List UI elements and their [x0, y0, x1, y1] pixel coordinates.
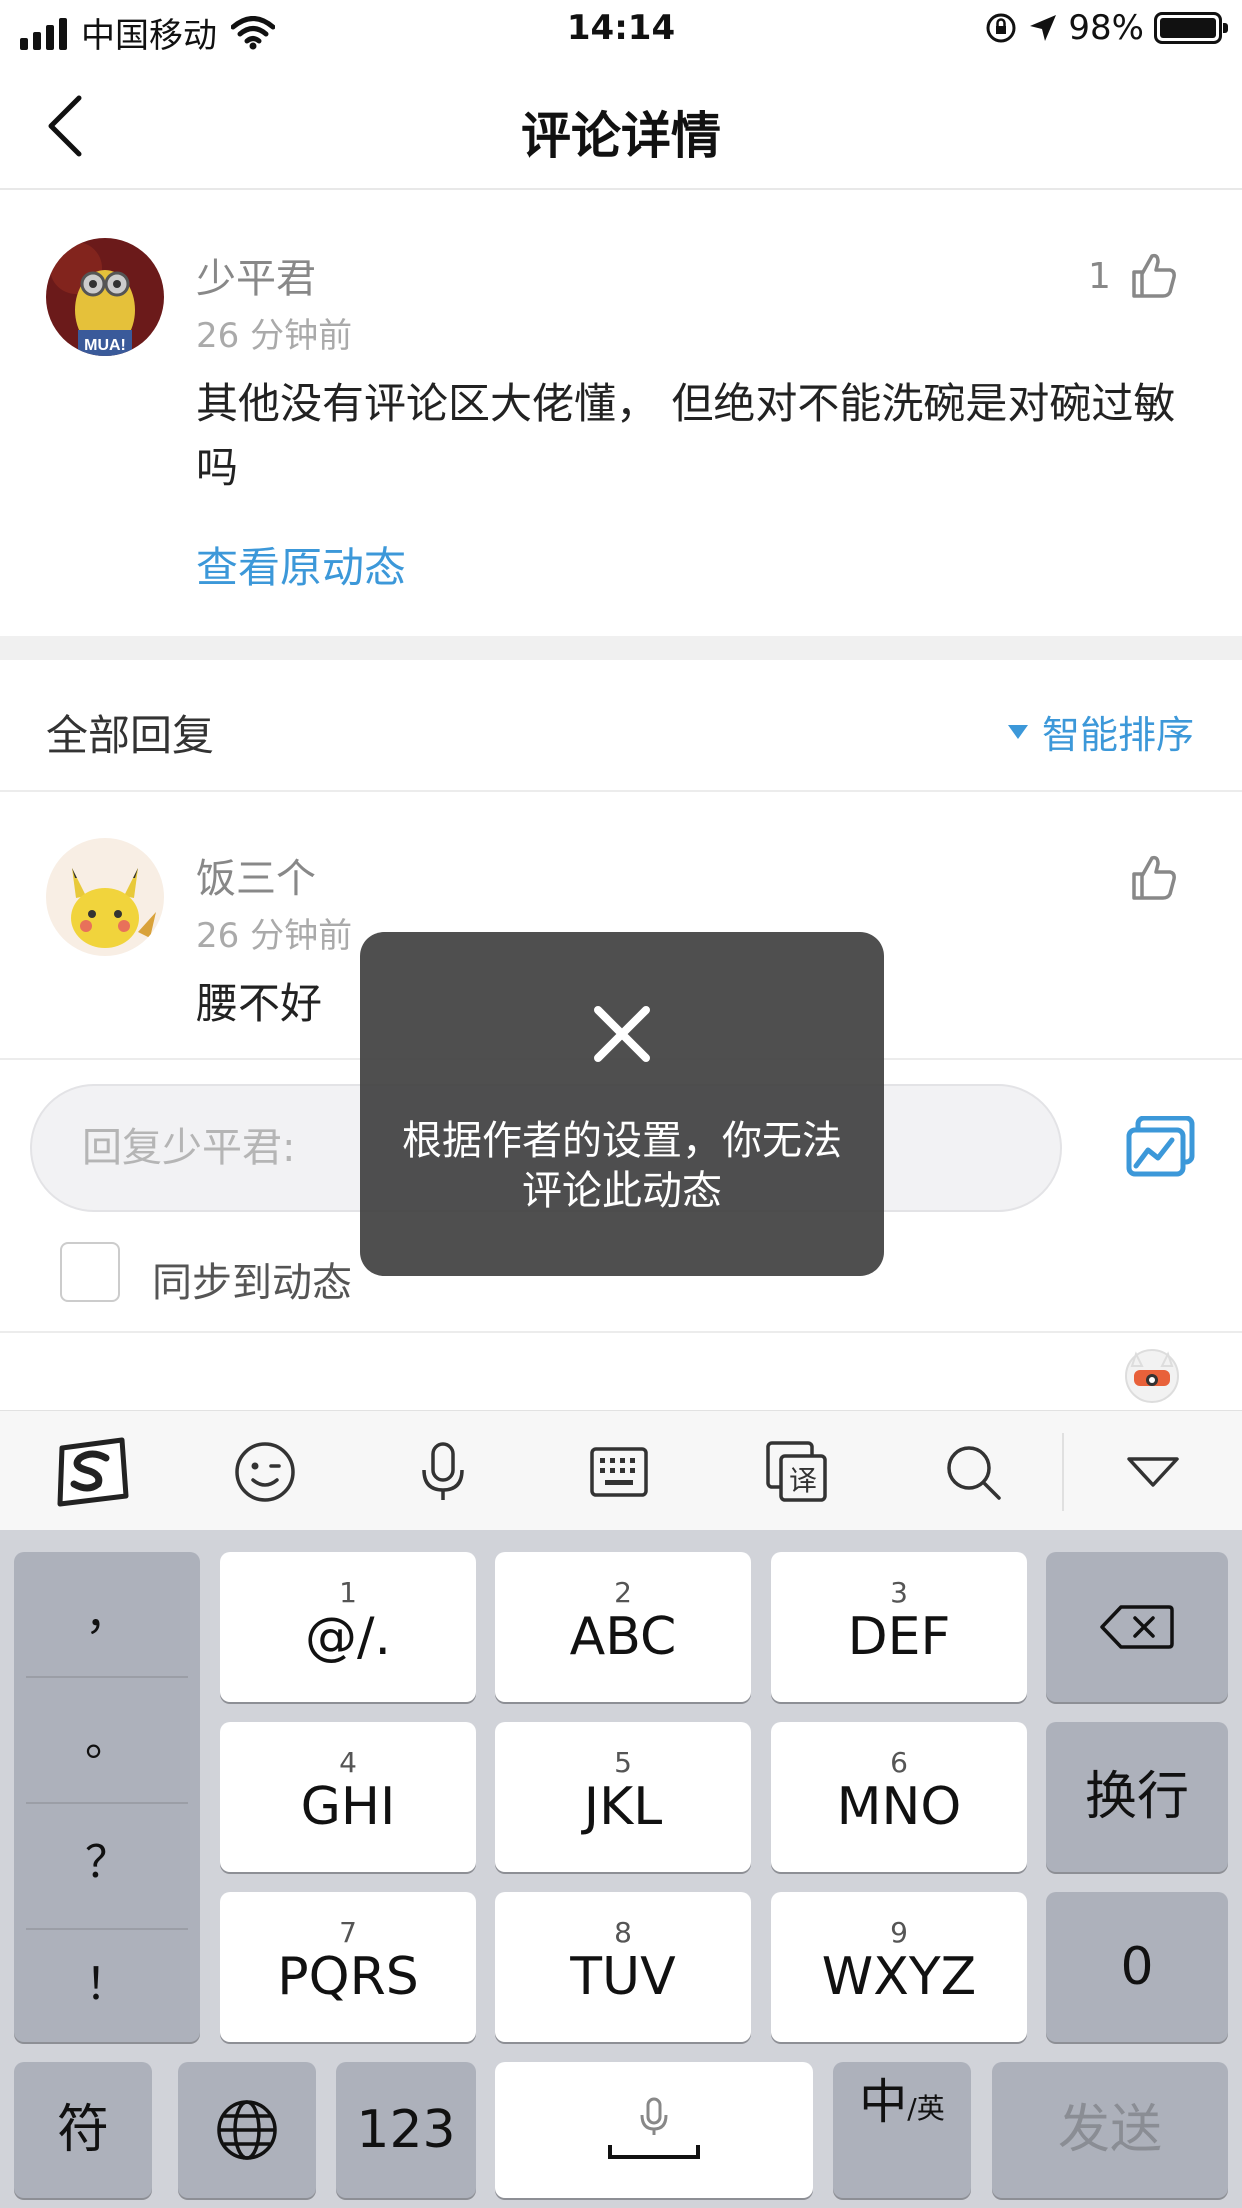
- keyboard: ， 。 ？ ！ 1 @/. 2 ABC 3 DEF 4 GHI 5 JKL 6 MNO 换行…: [0, 1530, 1242, 2208]
- svg-text:MUA!: MUA!: [84, 337, 126, 354]
- backspace-icon: [1100, 1605, 1174, 1649]
- key-2[interactable]: 2 ABC: [495, 1552, 751, 1702]
- space-key[interactable]: [495, 2062, 813, 2198]
- sort-button[interactable]: 智能排序: [1007, 704, 1194, 759]
- key-5[interactable]: 5 JKL: [495, 1722, 751, 1872]
- status-bar: 中国移动 14:14 98%: [0, 0, 1242, 62]
- key-period[interactable]: 。: [14, 1678, 200, 1804]
- image-picker-icon[interactable]: [1126, 1116, 1196, 1178]
- reply-timestamp: 26 分钟前: [196, 916, 353, 956]
- globe-icon: [217, 2100, 277, 2160]
- backspace-key[interactable]: [1046, 1552, 1228, 1702]
- comment-username[interactable]: 少平君: [196, 246, 316, 304]
- keyboard-icon[interactable]: [584, 1437, 654, 1507]
- collapse-icon[interactable]: [1118, 1437, 1188, 1507]
- sync-label: 同步到动态: [152, 1260, 352, 1306]
- symbols-key[interactable]: 符: [14, 2062, 152, 2198]
- battery-icon: [1154, 12, 1228, 44]
- nav-bar: 评论详情: [0, 62, 1242, 190]
- replies-header: 全部回复 智能排序: [0, 660, 1242, 792]
- send-key[interactable]: 发送: [992, 2062, 1228, 2198]
- section-divider: [0, 636, 1242, 660]
- avatar[interactable]: [46, 838, 164, 956]
- translate-glyph: 译: [789, 1464, 817, 1497]
- zero-key[interactable]: 0: [1046, 1892, 1228, 2042]
- key-8[interactable]: 8 TUV: [495, 1892, 751, 2042]
- reply-text: 腰不好: [196, 979, 323, 1028]
- key-6[interactable]: 6 MNO: [771, 1722, 1027, 1872]
- ime-toolbar: 译: [0, 1410, 1242, 1530]
- sogou-logo-icon[interactable]: [52, 1437, 132, 1507]
- comment-timestamp: 26 分钟前: [196, 316, 353, 356]
- reply-username[interactable]: 饭三个: [196, 846, 316, 904]
- key-7[interactable]: 7 PQRS: [220, 1892, 476, 2042]
- comment-text: 其他没有评论区大佬懂， 但绝对不能洗碗是对碗过敏吗: [196, 379, 1176, 492]
- toolbar-divider: [1062, 1433, 1064, 1511]
- ime-mascot-icon[interactable]: [1124, 1340, 1180, 1404]
- globe-key[interactable]: [178, 2062, 316, 2198]
- key-exclamation[interactable]: ！: [14, 1922, 200, 2048]
- sync-checkbox[interactable]: [60, 1242, 120, 1302]
- avatar[interactable]: MUA!: [46, 238, 164, 356]
- thumbs-up-icon[interactable]: [1128, 250, 1178, 300]
- punctuation-column: ， 。 ？ ！: [14, 1552, 200, 2042]
- emoji-icon[interactable]: [230, 1437, 300, 1507]
- translate-icon[interactable]: 译: [762, 1437, 832, 1507]
- toast-message: 根据作者的设置，你无法评论此动态: [402, 1118, 842, 1214]
- microphone-icon[interactable]: [408, 1437, 478, 1507]
- key-9[interactable]: 9 WXYZ: [771, 1892, 1027, 2042]
- search-icon[interactable]: [938, 1437, 1008, 1507]
- toast-dialog: 根据作者的设置，你无法评论此动态: [360, 932, 884, 1276]
- rotation-lock-icon: [986, 13, 1016, 43]
- page-title: 评论详情: [521, 107, 721, 165]
- sort-label: 智能排序: [1041, 713, 1194, 757]
- key-question[interactable]: ？: [14, 1800, 200, 1926]
- key-4[interactable]: 4 GHI: [220, 1722, 476, 1872]
- key-1[interactable]: 1 @/.: [220, 1552, 476, 1702]
- language-switch-key[interactable]: 中/英: [833, 2062, 971, 2198]
- view-original-link[interactable]: 查看原动态: [196, 534, 406, 595]
- key-comma[interactable]: ，: [14, 1552, 200, 1678]
- close-icon: [594, 1006, 650, 1062]
- key-3[interactable]: 3 DEF: [771, 1552, 1027, 1702]
- battery-percent: 98%: [1068, 8, 1144, 48]
- caret-down-icon: [1007, 724, 1028, 739]
- location-icon: [1030, 15, 1057, 41]
- number-mode-key[interactable]: 123: [336, 2062, 476, 2198]
- voice-space-icon: [608, 2097, 700, 2159]
- comment-like-count: 1: [1088, 256, 1111, 297]
- thumbs-up-icon[interactable]: [1128, 852, 1178, 902]
- replies-title: 全部回复: [46, 711, 215, 760]
- newline-key[interactable]: 换行: [1046, 1722, 1228, 1872]
